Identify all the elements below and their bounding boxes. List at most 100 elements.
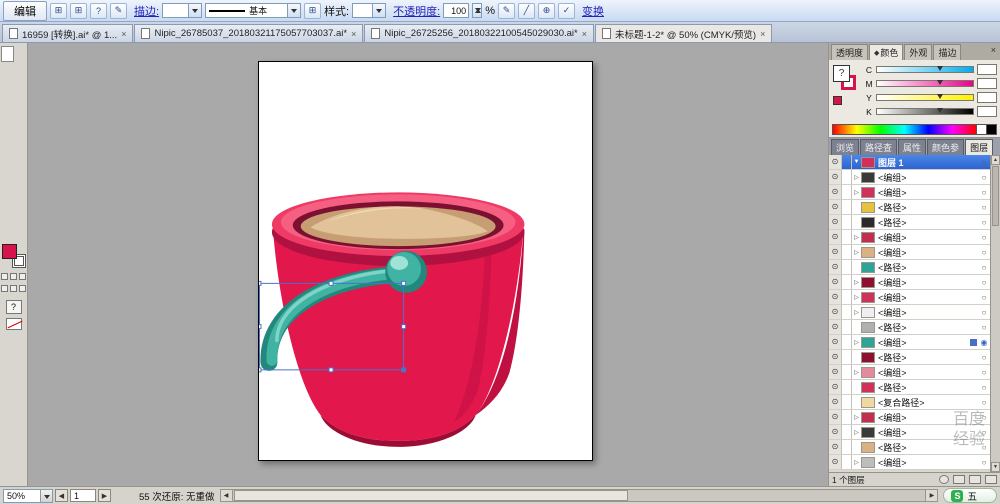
gradient-button[interactable]	[10, 273, 17, 280]
warp-tool[interactable]	[14, 126, 27, 142]
layer-label[interactable]: <路径>	[875, 441, 978, 454]
layer-label[interactable]: <编组>	[875, 231, 978, 244]
visibility-eye-icon[interactable]: ⊙	[829, 350, 842, 364]
lock-cell[interactable]	[842, 155, 852, 169]
close-tab-icon[interactable]: ×	[582, 29, 587, 39]
scissors-tool[interactable]	[14, 206, 27, 222]
page-number-input[interactable]: 1	[70, 489, 96, 502]
ime-mode-label[interactable]: 五	[967, 489, 977, 503]
rotate-tool[interactable]	[14, 110, 27, 126]
magic-wand-tool[interactable]	[1, 62, 14, 78]
artboard[interactable]	[258, 61, 593, 461]
reshape-icon[interactable]: ✎	[497, 2, 515, 19]
layer-label[interactable]: <编组>	[875, 246, 978, 259]
target-circle-icon[interactable]: ○	[978, 428, 990, 437]
expand-triangle-icon[interactable]: ▷	[852, 459, 861, 466]
lock-cell[interactable]	[842, 320, 852, 334]
fill-stroke-indicator[interactable]: ?	[832, 64, 860, 121]
close-tab-icon[interactable]: ×	[760, 29, 765, 39]
mesh-tool[interactable]	[14, 158, 27, 174]
type-tool[interactable]	[14, 78, 27, 94]
fill-stroke-swatches[interactable]	[1, 244, 26, 268]
target-circle-icon[interactable]: ○	[978, 203, 990, 212]
black-swatch[interactable]	[987, 124, 997, 135]
no-stroke-pen-icon[interactable]: ✎	[110, 2, 127, 19]
ime-logo-icon[interactable]: S	[951, 489, 964, 502]
style-select[interactable]	[352, 3, 387, 18]
layer-label[interactable]: <编组>	[875, 171, 978, 184]
expand-triangle-icon[interactable]: ▷	[852, 414, 861, 421]
layer-label[interactable]: <复合路径>	[875, 396, 978, 409]
panel-tab[interactable]: 浏览	[831, 139, 860, 155]
layer-label[interactable]: <编组>	[875, 426, 978, 439]
expand-triangle-icon[interactable]: ▷	[852, 174, 861, 181]
expand-triangle-icon[interactable]: ▷	[852, 429, 861, 436]
layer-label[interactable]: <编组>	[875, 336, 970, 349]
layer-row[interactable]: ⊙ <路径> ○	[829, 200, 990, 215]
target-circle-icon[interactable]: ○	[978, 248, 990, 257]
target-circle-icon[interactable]: ○	[978, 173, 990, 182]
new-sublayer-button[interactable]	[953, 475, 965, 484]
panel-tab[interactable]: 属性	[898, 139, 927, 155]
visibility-eye-icon[interactable]: ⊙	[829, 245, 842, 259]
expand-triangle-icon[interactable]: ▼	[852, 159, 861, 165]
rectangle-tool[interactable]	[14, 94, 27, 110]
direct-selection-tool[interactable]	[14, 46, 27, 62]
visibility-eye-icon[interactable]: ⊙	[829, 455, 842, 469]
layer-row[interactable]: ⊙ <路径> ○	[829, 350, 990, 365]
spectrum-ramp[interactable]	[832, 124, 977, 135]
color-button[interactable]	[1, 273, 8, 280]
layer-row[interactable]: ⊙ <路径> ○	[829, 380, 990, 395]
target-circle-icon[interactable]: ○	[978, 263, 990, 272]
hscroll-thumb[interactable]	[233, 490, 628, 501]
scroll-down-icon[interactable]: ▼	[991, 462, 1000, 472]
no-color-icon[interactable]	[5, 318, 22, 330]
layer-row[interactable]: ⊙ ▷ <编组> ○	[829, 230, 990, 245]
lock-cell[interactable]	[842, 410, 852, 424]
visibility-eye-icon[interactable]: ⊙	[829, 155, 842, 169]
selection-tool[interactable]	[0, 46, 14, 62]
target-circle-icon[interactable]: ◉	[978, 338, 990, 347]
edit-menu-button[interactable]: 编辑	[3, 0, 47, 21]
lock-cell[interactable]	[842, 440, 852, 454]
scroll-left-icon[interactable]: ◀	[220, 490, 233, 501]
lock-cell[interactable]	[842, 185, 852, 199]
transform-link[interactable]: 变换	[582, 3, 604, 19]
panel-tab[interactable]: ◆ 描边	[933, 44, 962, 60]
layer-row[interactable]: ⊙ ▷ <编组> ○	[829, 170, 990, 185]
layer-row[interactable]: ⊙ ▷ <编组> ○	[829, 290, 990, 305]
lock-cell[interactable]	[842, 425, 852, 439]
normal-screen-button[interactable]	[1, 285, 8, 292]
lock-cell[interactable]	[842, 260, 852, 274]
target-circle-icon[interactable]: ○	[978, 188, 990, 197]
expand-triangle-icon[interactable]: ▷	[852, 279, 861, 286]
target-circle-icon[interactable]: ○	[978, 443, 990, 452]
grid-check-icon[interactable]: ✓	[557, 2, 575, 19]
visibility-eye-icon[interactable]: ⊙	[829, 335, 842, 349]
visibility-eye-icon[interactable]: ⊙	[829, 200, 842, 214]
layer-row[interactable]: ⊙ ▼ 图层 1 ○	[829, 155, 990, 170]
target-circle-icon[interactable]: ○	[978, 233, 990, 242]
visibility-eye-icon[interactable]: ⊙	[829, 365, 842, 379]
globe-icon[interactable]: ⊕	[537, 2, 555, 19]
last-color-swatch[interactable]	[833, 96, 842, 105]
layer-label[interactable]: <编组>	[875, 456, 978, 469]
visibility-eye-icon[interactable]: ⊙	[829, 275, 842, 289]
help-icon[interactable]: ?	[90, 2, 107, 19]
layer-label[interactable]: <编组>	[875, 411, 978, 424]
screen-mode-icon[interactable]: ⊞	[70, 2, 87, 19]
make-clip-mask-button[interactable]	[939, 475, 949, 484]
visibility-eye-icon[interactable]: ⊙	[829, 440, 842, 454]
hand-tool[interactable]	[1, 222, 14, 238]
layer-label[interactable]: <路径>	[875, 321, 978, 334]
lock-cell[interactable]	[842, 245, 852, 259]
next-page-button[interactable]: ▶	[98, 489, 111, 502]
free-transform-tool[interactable]	[1, 142, 14, 158]
layer-label[interactable]: <路径>	[875, 216, 978, 229]
target-circle-icon[interactable]: ○	[978, 398, 990, 407]
horizontal-scrollbar[interactable]: ◀ ▶	[219, 489, 939, 502]
document-tab[interactable]: Nipic_26785037_20180321175057703037.ai* …	[134, 24, 364, 42]
visibility-eye-icon[interactable]: ⊙	[829, 230, 842, 244]
expand-triangle-icon[interactable]: ▷	[852, 249, 861, 256]
layer-row[interactable]: ⊙ ▷ <编组> ○	[829, 275, 990, 290]
